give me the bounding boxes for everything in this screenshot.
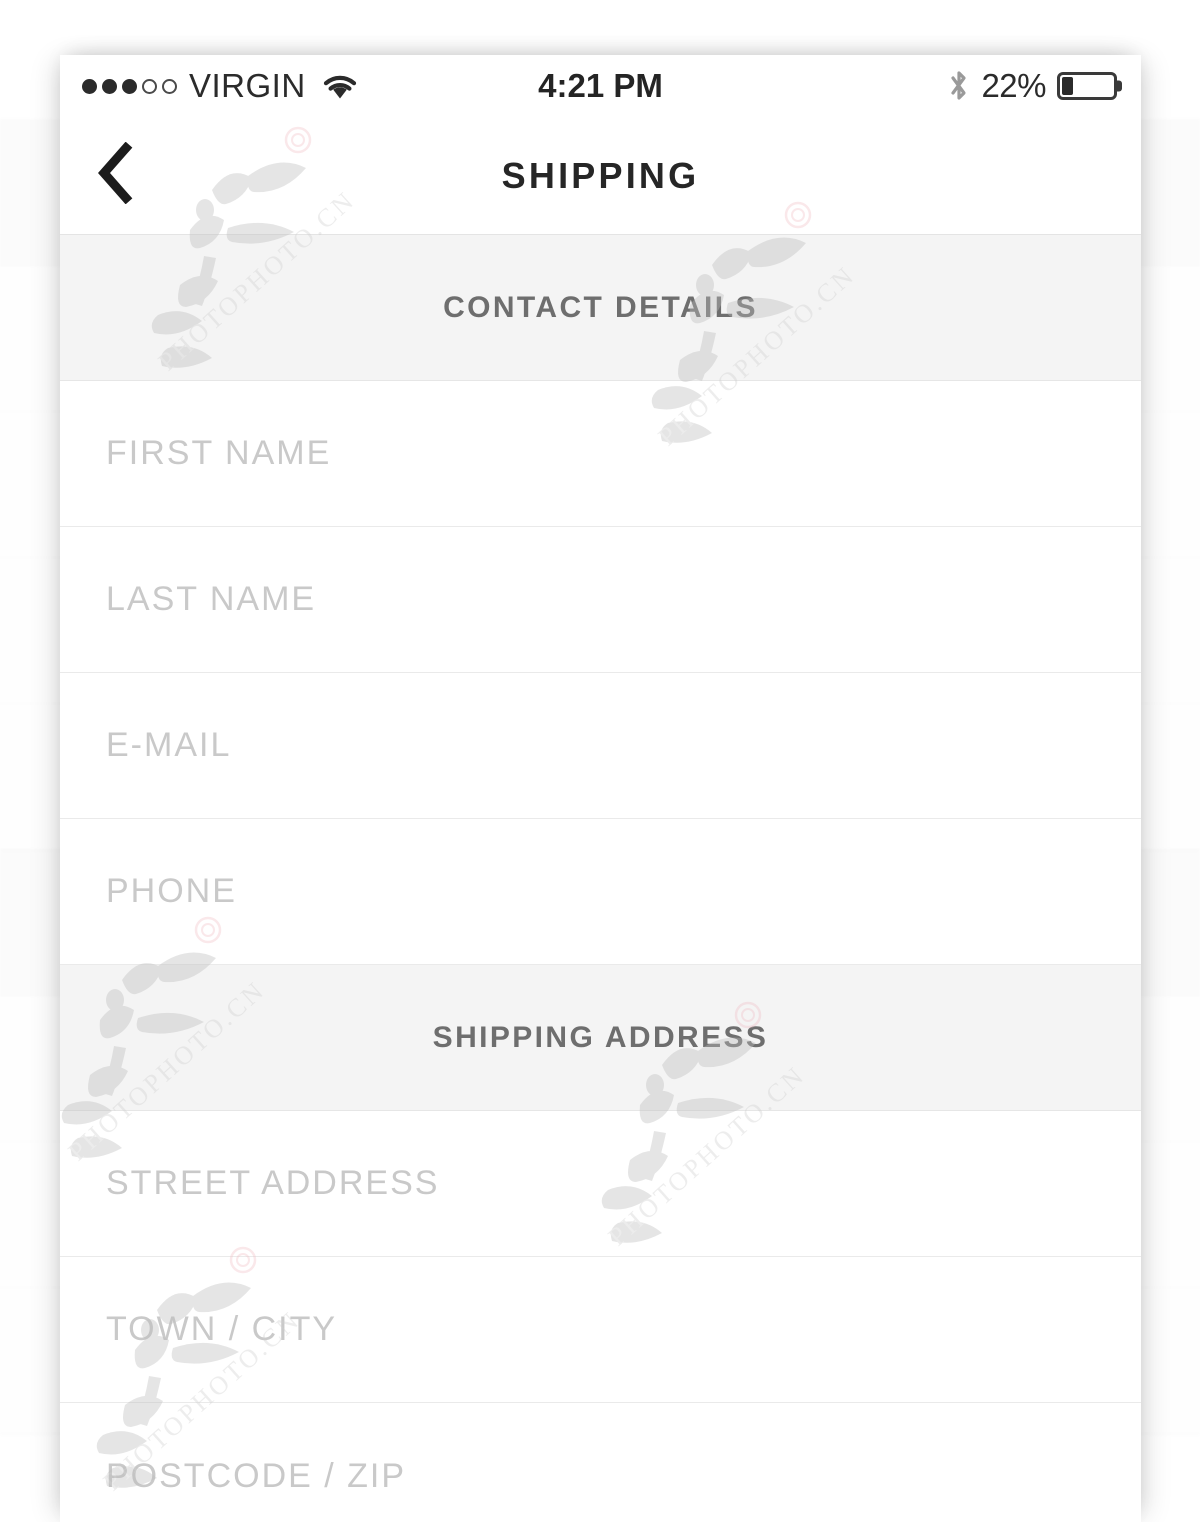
section-header-shipping-address: SHIPPING ADDRESS — [60, 965, 1141, 1111]
field-row-town-city[interactable] — [60, 1257, 1141, 1403]
field-row-last-name[interactable] — [60, 527, 1141, 673]
field-row-street-address[interactable] — [60, 1111, 1141, 1257]
field-row-email[interactable] — [60, 673, 1141, 819]
field-row-first-name[interactable] — [60, 381, 1141, 527]
status-bar: VIRGIN 4:21 PM 22% — [60, 55, 1141, 117]
postcode-zip-input[interactable] — [106, 1456, 1141, 1496]
battery-percent-label: 22% — [981, 67, 1046, 104]
signal-dot-filled — [102, 78, 117, 94]
field-row-phone[interactable] — [60, 819, 1141, 965]
bluetooth-icon — [948, 68, 970, 104]
field-row-postcode-zip[interactable] — [60, 1403, 1141, 1522]
email-input[interactable] — [106, 726, 1141, 765]
street-address-input[interactable] — [106, 1164, 1141, 1203]
status-bar-right: 22% — [948, 67, 1117, 105]
signal-dot-filled — [82, 78, 97, 94]
clock-label: 4:21 PM — [538, 67, 663, 104]
status-bar-left: VIRGIN — [82, 67, 360, 105]
background-statusbar — [0, 0, 1200, 58]
first-name-input[interactable] — [106, 434, 1141, 473]
chevron-left-icon — [94, 141, 138, 209]
back-button[interactable] — [94, 136, 172, 216]
carrier-label: VIRGIN — [189, 67, 306, 104]
town-city-input[interactable] — [106, 1310, 1141, 1349]
section-header-contact-details: CONTACT DETAILS — [60, 235, 1141, 381]
screenshot-root: VIRGIN 4:21 PM 22% SHIPPING CONTACT DETA… — [0, 0, 1200, 1522]
shipping-form: CONTACT DETAILS SHIPPING ADDRESS — [60, 235, 1141, 1522]
signal-dot-empty — [162, 78, 177, 94]
phone-screen-card: VIRGIN 4:21 PM 22% SHIPPING CONTACT DETA… — [60, 55, 1141, 1522]
phone-input[interactable] — [106, 872, 1141, 911]
signal-dot-filled — [122, 78, 137, 94]
navigation-bar: SHIPPING — [60, 117, 1141, 235]
battery-icon — [1057, 72, 1117, 100]
signal-strength-indicator — [82, 78, 177, 94]
section-header-label: SHIPPING ADDRESS — [432, 1020, 769, 1054]
signal-dot-empty — [142, 78, 157, 94]
wifi-icon — [320, 71, 360, 101]
last-name-input[interactable] — [106, 580, 1141, 619]
battery-fill — [1062, 77, 1073, 95]
page-title: SHIPPING — [501, 154, 700, 196]
section-header-label: CONTACT DETAILS — [443, 290, 758, 324]
